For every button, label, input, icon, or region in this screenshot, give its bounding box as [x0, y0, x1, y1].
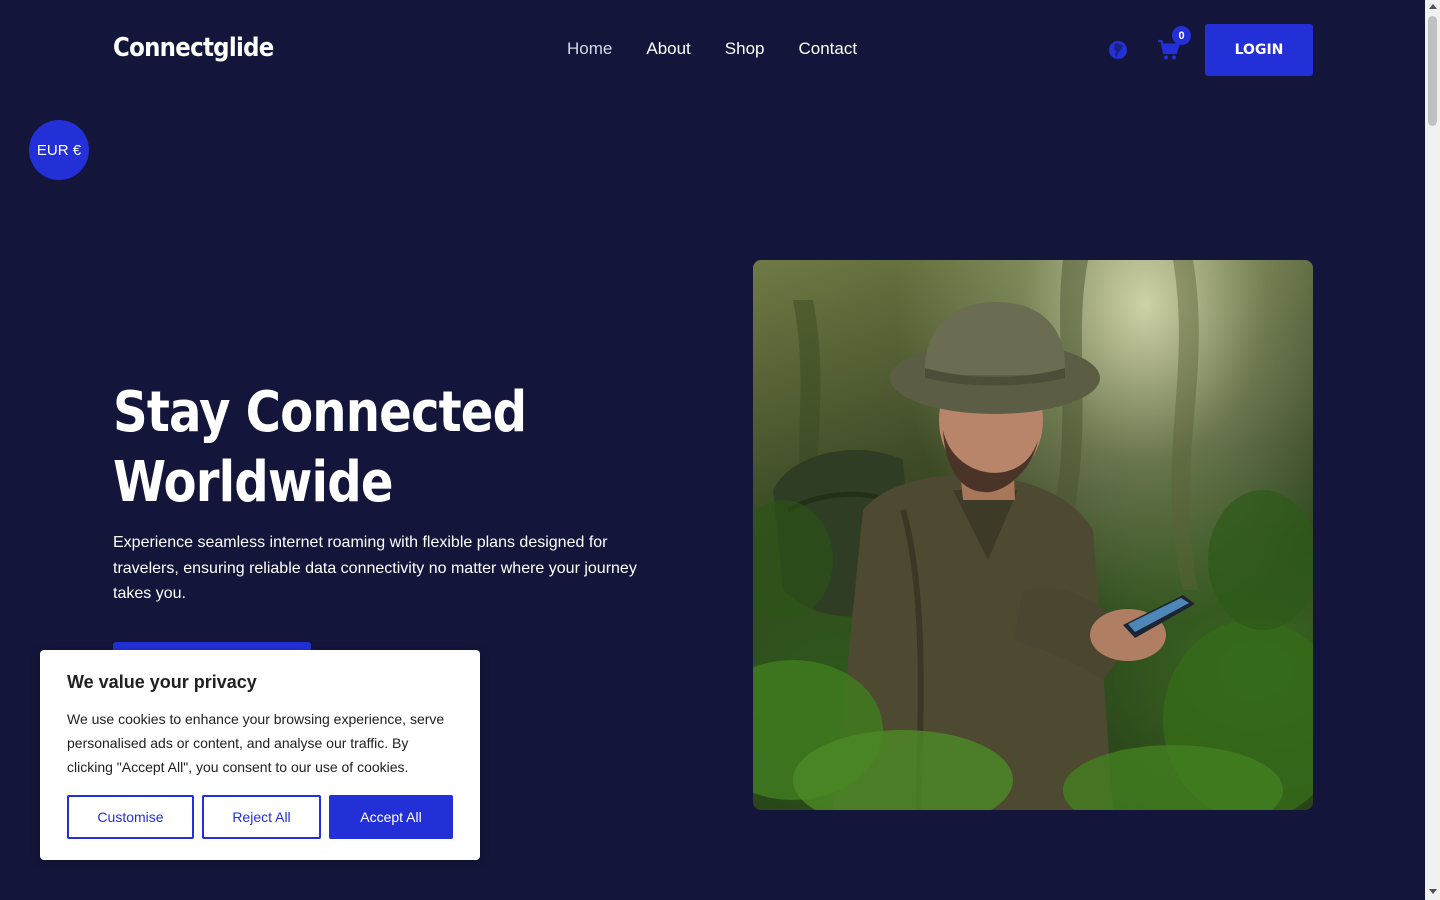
cookie-title: We value your privacy — [67, 672, 257, 692]
traveler-illustration — [753, 260, 1313, 810]
hero-description: Experience seamless internet roaming wit… — [113, 534, 637, 602]
scrollbar-thumb[interactable] — [1428, 16, 1437, 126]
vertical-scrollbar[interactable] — [1425, 0, 1440, 900]
nav-shop[interactable]: Shop — [725, 39, 765, 59]
nav-contact[interactable]: Contact — [799, 39, 858, 59]
currency-switcher[interactable]: EUR € — [29, 120, 89, 180]
cookie-text: We use cookies to enhance your browsing … — [67, 711, 445, 775]
hero-image — [753, 260, 1313, 810]
cookie-banner: We value your privacy We use cookies to … — [40, 650, 480, 860]
main-nav: Home About Shop Contact — [567, 39, 857, 59]
hero-title-line1: Stay Connected — [113, 380, 527, 445]
nav-home[interactable]: Home — [567, 39, 612, 59]
scroll-down-arrow-icon[interactable] — [1429, 889, 1437, 894]
login-button[interactable]: LOGIN — [1205, 24, 1313, 76]
hero-title: Stay Connected Worldwide — [113, 378, 595, 518]
reject-all-button[interactable]: Reject All — [202, 795, 321, 839]
nav-about[interactable]: About — [646, 39, 690, 59]
page: Connectglide Home About Shop Contact 0 L… — [0, 0, 1425, 900]
hero-title-line2: Worldwide — [113, 450, 393, 515]
scroll-up-arrow-icon[interactable] — [1429, 4, 1437, 9]
customise-button[interactable]: Customise — [67, 795, 194, 839]
globe-icon[interactable] — [1108, 40, 1128, 60]
accept-all-button[interactable]: Accept All — [329, 795, 453, 839]
cart-count-badge: 0 — [1172, 26, 1191, 45]
site-logo[interactable]: Connectglide — [113, 33, 274, 63]
